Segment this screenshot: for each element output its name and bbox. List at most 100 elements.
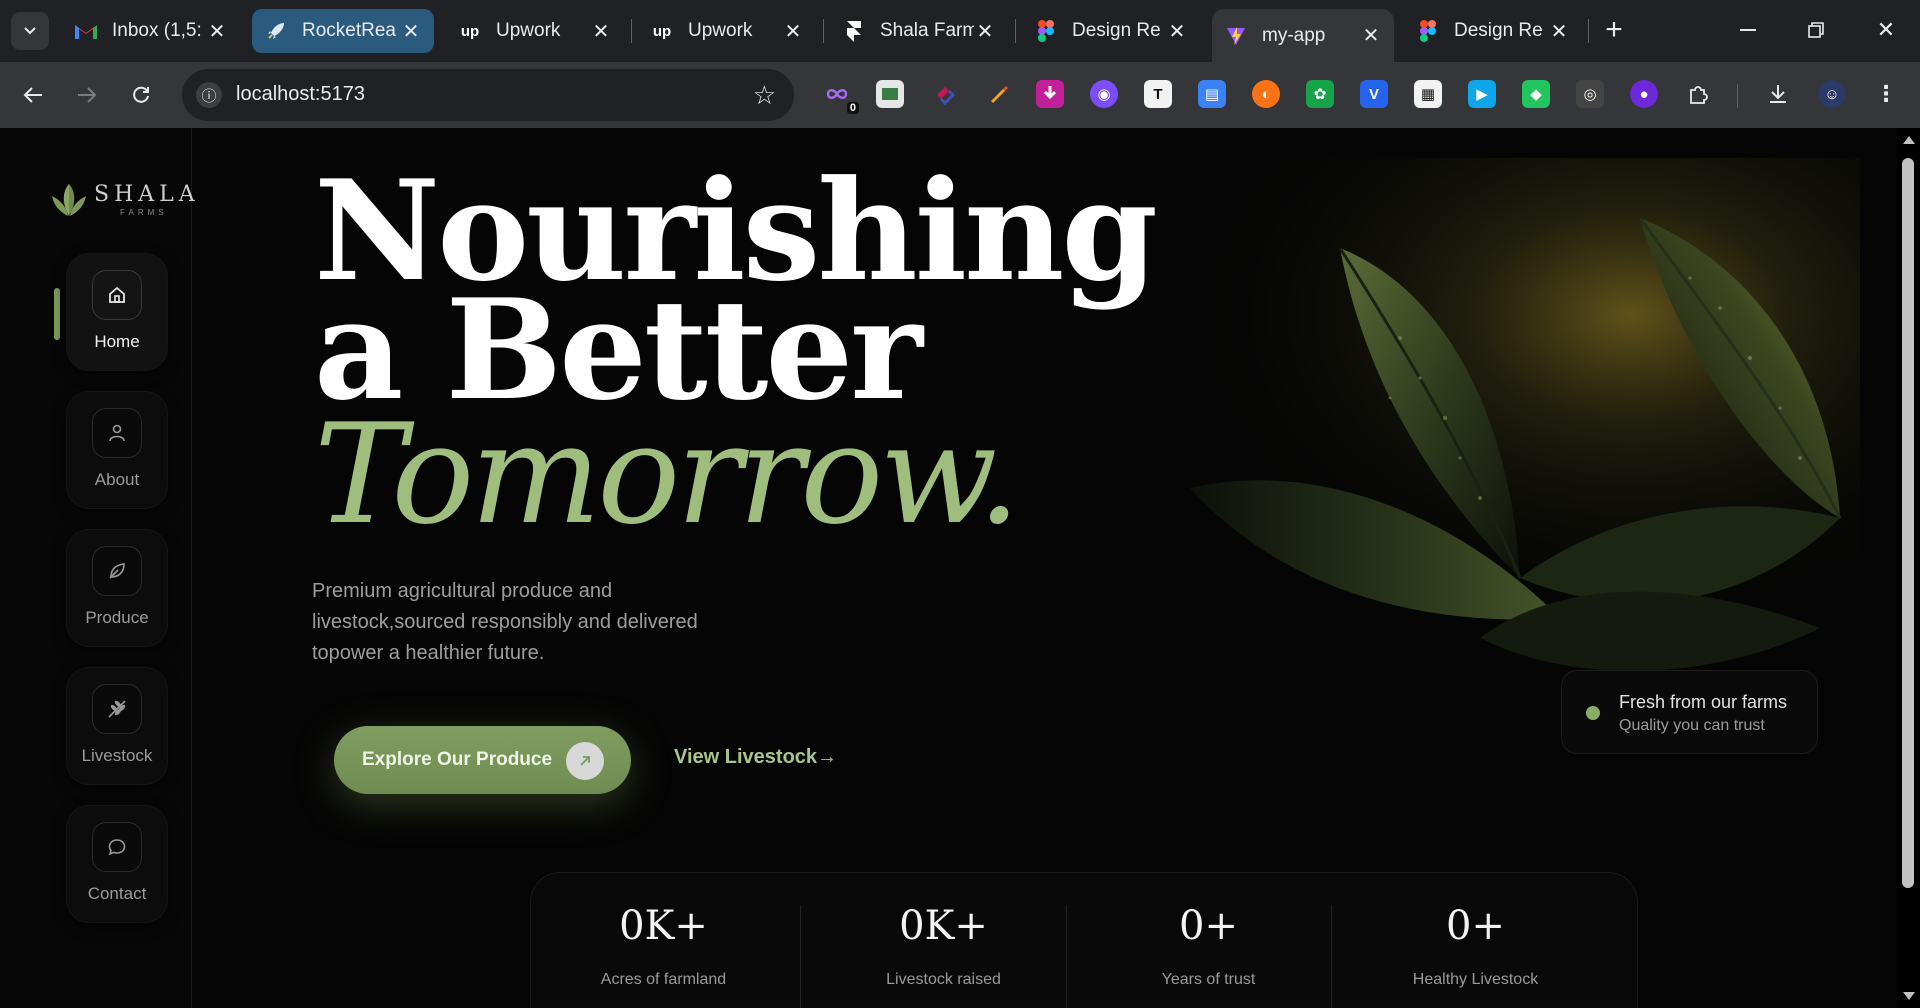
close-icon[interactable]: ✕ bbox=[1166, 20, 1188, 43]
home-icon bbox=[92, 270, 142, 320]
stat-divider bbox=[800, 905, 801, 1008]
extension-text-icon[interactable]: T bbox=[1144, 80, 1172, 108]
extension-qr-icon[interactable]: ▦ bbox=[1414, 80, 1442, 108]
profile-avatar[interactable]: ☺ bbox=[1818, 80, 1846, 108]
close-icon[interactable]: ✕ bbox=[590, 20, 612, 43]
user-icon bbox=[92, 408, 142, 458]
stats-panel: 0K+ Acres of farmland 0K+ Livestock rais… bbox=[530, 872, 1638, 1008]
nav-item-about[interactable]: About bbox=[67, 392, 167, 508]
extension-docs-icon[interactable]: ▤ bbox=[1198, 80, 1226, 108]
vite-icon bbox=[1224, 24, 1248, 48]
tab-separator bbox=[631, 19, 632, 43]
hero-leaf-image bbox=[1040, 158, 1860, 718]
browser-tab-bar: Inbox (1,5: ✕ RocketRea ✕ up Upwork ✕ up… bbox=[0, 0, 1920, 62]
browser-tab-my-app[interactable]: my-app ✕ bbox=[1212, 9, 1394, 62]
stat-divider bbox=[1331, 905, 1332, 1008]
stat-label: Livestock raised bbox=[886, 971, 1001, 988]
nav-item-home[interactable]: Home bbox=[67, 254, 167, 370]
new-tab-button[interactable]: + bbox=[1598, 13, 1630, 46]
extension-gamepad-icon[interactable]: ◎ bbox=[1576, 80, 1604, 108]
arrow-left-icon bbox=[23, 87, 42, 103]
nav-item-produce[interactable]: Produce bbox=[67, 530, 167, 646]
reload-button[interactable] bbox=[122, 76, 160, 114]
nav-item-livestock[interactable]: Livestock bbox=[67, 668, 167, 784]
close-icon[interactable]: ✕ bbox=[974, 20, 996, 43]
upwork-icon: up bbox=[460, 22, 480, 40]
close-window-button[interactable]: ✕ bbox=[1866, 12, 1906, 48]
page-scrollbar[interactable] bbox=[1897, 128, 1920, 1008]
close-icon[interactable]: ✕ bbox=[1548, 20, 1570, 43]
address-bar[interactable]: ⓘ localhost:5173 ☆ bbox=[182, 69, 794, 121]
stat-value: 0K+ bbox=[619, 903, 708, 949]
browser-tab-upwork-1[interactable]: up Upwork ✕ bbox=[446, 9, 624, 53]
close-icon[interactable]: ✕ bbox=[206, 20, 228, 43]
tab-separator bbox=[823, 19, 824, 43]
figma-icon bbox=[1034, 19, 1058, 43]
stat-divider bbox=[1066, 905, 1067, 1008]
minimize-button[interactable] bbox=[1728, 12, 1768, 48]
nav-label: Home bbox=[94, 332, 140, 351]
extension-circle-icon[interactable]: ● bbox=[1630, 80, 1658, 108]
extension-pen-icon[interactable] bbox=[984, 80, 1012, 108]
stat-label: Years of trust bbox=[1161, 971, 1256, 988]
extension-orange-icon[interactable]: ◐ bbox=[1252, 80, 1280, 108]
badge-subtitle: Quality you can trust bbox=[1619, 717, 1765, 734]
tab-title: Inbox (1,5: bbox=[112, 20, 202, 41]
active-nav-indicator bbox=[54, 288, 60, 340]
bookmark-star-icon[interactable]: ☆ bbox=[753, 80, 776, 111]
close-icon[interactable]: ✕ bbox=[1360, 25, 1382, 47]
extension-flag-icon[interactable]: ▶ bbox=[1468, 80, 1496, 108]
restore-button[interactable] bbox=[1796, 12, 1836, 48]
restore-icon bbox=[1808, 22, 1824, 38]
close-icon[interactable]: ✕ bbox=[782, 20, 804, 43]
minimize-icon bbox=[1740, 29, 1756, 31]
browser-tab-upwork-2[interactable]: up Upwork ✕ bbox=[638, 9, 816, 53]
extension-infinity-icon[interactable]: 0 bbox=[823, 80, 859, 114]
extensions-puzzle-icon[interactable] bbox=[1684, 80, 1712, 108]
browser-tab-design-re-1[interactable]: Design Re ✕ bbox=[1022, 9, 1200, 53]
browser-tab-design-re-2[interactable]: Design Re ✕ bbox=[1404, 9, 1582, 53]
nav-item-contact[interactable]: Contact bbox=[67, 806, 167, 922]
hero-description: Premium agricultural produce and livesto… bbox=[312, 580, 698, 664]
extension-green-icon[interactable]: ✿ bbox=[1306, 80, 1334, 108]
page-viewport: SHALA FARMS Home About Produce Livestock… bbox=[0, 128, 1897, 1008]
extension-map-icon[interactable]: ◆ bbox=[1522, 80, 1550, 108]
stat-label: Acres of farmland bbox=[600, 971, 727, 988]
address-url: localhost:5173 bbox=[236, 83, 365, 105]
menu-kebab-icon[interactable]: ⋮ bbox=[1872, 80, 1900, 108]
forward-button[interactable] bbox=[68, 76, 106, 114]
fresh-badge-card: Fresh from our farms Quality you can tru… bbox=[1561, 670, 1818, 754]
tab-title: my-app bbox=[1262, 24, 1326, 46]
view-livestock-link[interactable]: View Livestock→ bbox=[674, 746, 837, 769]
sidebar: SHALA FARMS Home About Produce Livestock… bbox=[0, 128, 195, 1008]
extension-v-icon[interactable]: V bbox=[1360, 80, 1388, 108]
tab-search-button[interactable] bbox=[11, 12, 49, 50]
back-button[interactable] bbox=[14, 76, 52, 114]
chat-icon bbox=[92, 822, 142, 872]
scroll-down-arrow-icon[interactable] bbox=[1903, 992, 1915, 1000]
extension-inbox-icon[interactable] bbox=[876, 80, 904, 108]
wheat-icon bbox=[92, 684, 142, 734]
leaf-logo-icon bbox=[52, 184, 86, 216]
nav-label: Livestock bbox=[81, 746, 153, 765]
extension-download-icon[interactable] bbox=[1036, 80, 1064, 108]
stat-item: 0+ Healthy Livestock bbox=[1343, 873, 1608, 1008]
tab-separator bbox=[1015, 19, 1016, 43]
site-info-icon[interactable]: ⓘ bbox=[196, 82, 222, 108]
close-icon: ✕ bbox=[1876, 17, 1896, 42]
scrollbar-thumb[interactable] bbox=[1902, 158, 1914, 888]
downloads-icon[interactable] bbox=[1764, 80, 1792, 108]
brand-logo[interactable]: SHALA FARMS bbox=[50, 182, 200, 218]
browser-tab-rocketrea[interactable]: RocketRea ✕ bbox=[252, 9, 434, 53]
explore-produce-button[interactable]: Explore Our Produce bbox=[334, 726, 631, 794]
plus-icon: + bbox=[1605, 13, 1623, 46]
browser-tab-gmail[interactable]: Inbox (1,5: ✕ bbox=[62, 9, 240, 53]
tab-title: Upwork bbox=[496, 20, 561, 41]
tab-title: RocketRea bbox=[302, 20, 396, 41]
browser-tab-shala-farm[interactable]: Shala Farm ✕ bbox=[830, 9, 1008, 53]
extension-magnet-icon[interactable] bbox=[930, 80, 958, 108]
scroll-up-arrow-icon[interactable] bbox=[1903, 136, 1915, 144]
close-icon[interactable]: ✕ bbox=[400, 20, 422, 43]
extension-brain-icon[interactable]: ◉ bbox=[1090, 80, 1118, 108]
framer-icon bbox=[842, 19, 866, 43]
